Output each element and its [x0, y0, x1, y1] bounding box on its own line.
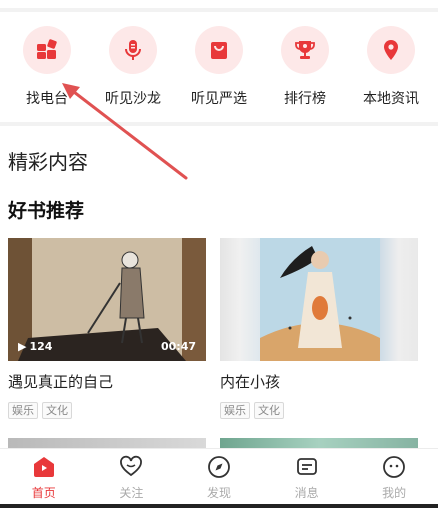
radio-grid-icon [23, 26, 71, 74]
tag[interactable]: 娱乐 [220, 402, 250, 419]
quick-nav-label: 本地资讯 [363, 91, 419, 107]
quick-nav-label: 听见沙龙 [105, 91, 161, 107]
quick-nav-label: 排行榜 [284, 91, 326, 107]
featured-content: 精彩内容 好书推荐 ▶ 124 00:47 遇见真正的自己 娱乐 文化 内在小孩… [0, 126, 438, 448]
profile-icon [382, 455, 406, 479]
quick-nav-salon[interactable]: 听见沙龙 [90, 12, 176, 122]
card-illustration [260, 238, 380, 361]
quick-nav-bar: 找电台 听见沙龙 听见严选 排行榜 本地资讯 [0, 12, 438, 122]
tab-label: 首页 [31, 486, 56, 500]
quick-nav-selection[interactable]: 听见严选 [176, 12, 262, 122]
play-icon: ▶ [18, 340, 27, 353]
section-title: 精彩内容 [8, 150, 88, 174]
quick-nav-label: 听见严选 [191, 91, 247, 107]
play-count: ▶ 124 [18, 340, 52, 353]
bottom-tab-bar: 首页 关注 发现 消息 我的 [0, 448, 438, 505]
tab-discover[interactable]: 发现 [175, 449, 263, 505]
next-card-thumbnail[interactable] [220, 438, 418, 448]
next-card-thumbnail[interactable] [8, 438, 206, 448]
tab-follow[interactable]: 关注 [88, 449, 176, 505]
tab-messages[interactable]: 消息 [263, 449, 351, 505]
book-recommend-title: 好书推荐 [8, 200, 85, 222]
heart-icon [119, 455, 143, 479]
tag[interactable]: 文化 [254, 402, 284, 419]
card-tags: 娱乐 文化 [220, 402, 418, 419]
shopping-bag-icon [195, 26, 243, 74]
quick-nav-ranking[interactable]: 排行榜 [262, 12, 348, 122]
trophy-icon [281, 26, 329, 74]
content-card[interactable]: ▶ 124 00:47 遇见真正的自己 娱乐 文化 [8, 238, 206, 419]
tab-label: 关注 [119, 486, 144, 500]
top-divider [0, 0, 438, 8]
quick-nav-label: 找电台 [26, 91, 68, 107]
card-thumbnail [220, 238, 418, 361]
location-pin-icon [367, 26, 415, 74]
microphone-icon [109, 26, 157, 74]
tab-home[interactable]: 首页 [0, 449, 88, 505]
tag[interactable]: 娱乐 [8, 402, 38, 419]
quick-nav-local-news[interactable]: 本地资讯 [348, 12, 434, 122]
play-count-value: 124 [29, 340, 53, 353]
card-tags: 娱乐 文化 [8, 402, 206, 419]
message-icon [295, 455, 319, 479]
quick-nav-find-radio[interactable]: 找电台 [4, 12, 90, 122]
tab-label: 我的 [382, 486, 407, 500]
tab-label: 消息 [294, 486, 319, 500]
tab-profile[interactable]: 我的 [350, 449, 438, 505]
content-card[interactable]: 内在小孩 娱乐 文化 [220, 238, 418, 419]
tab-label: 发现 [206, 486, 231, 500]
video-duration: 00:47 [160, 340, 196, 353]
compass-icon [207, 455, 231, 479]
card-title: 内在小孩 [220, 373, 281, 391]
card-thumbnail: ▶ 124 00:47 [8, 238, 206, 361]
card-title: 遇见真正的自己 [8, 373, 114, 391]
tag[interactable]: 文化 [42, 402, 72, 419]
system-nav-strip [0, 504, 438, 508]
home-icon [32, 455, 56, 479]
